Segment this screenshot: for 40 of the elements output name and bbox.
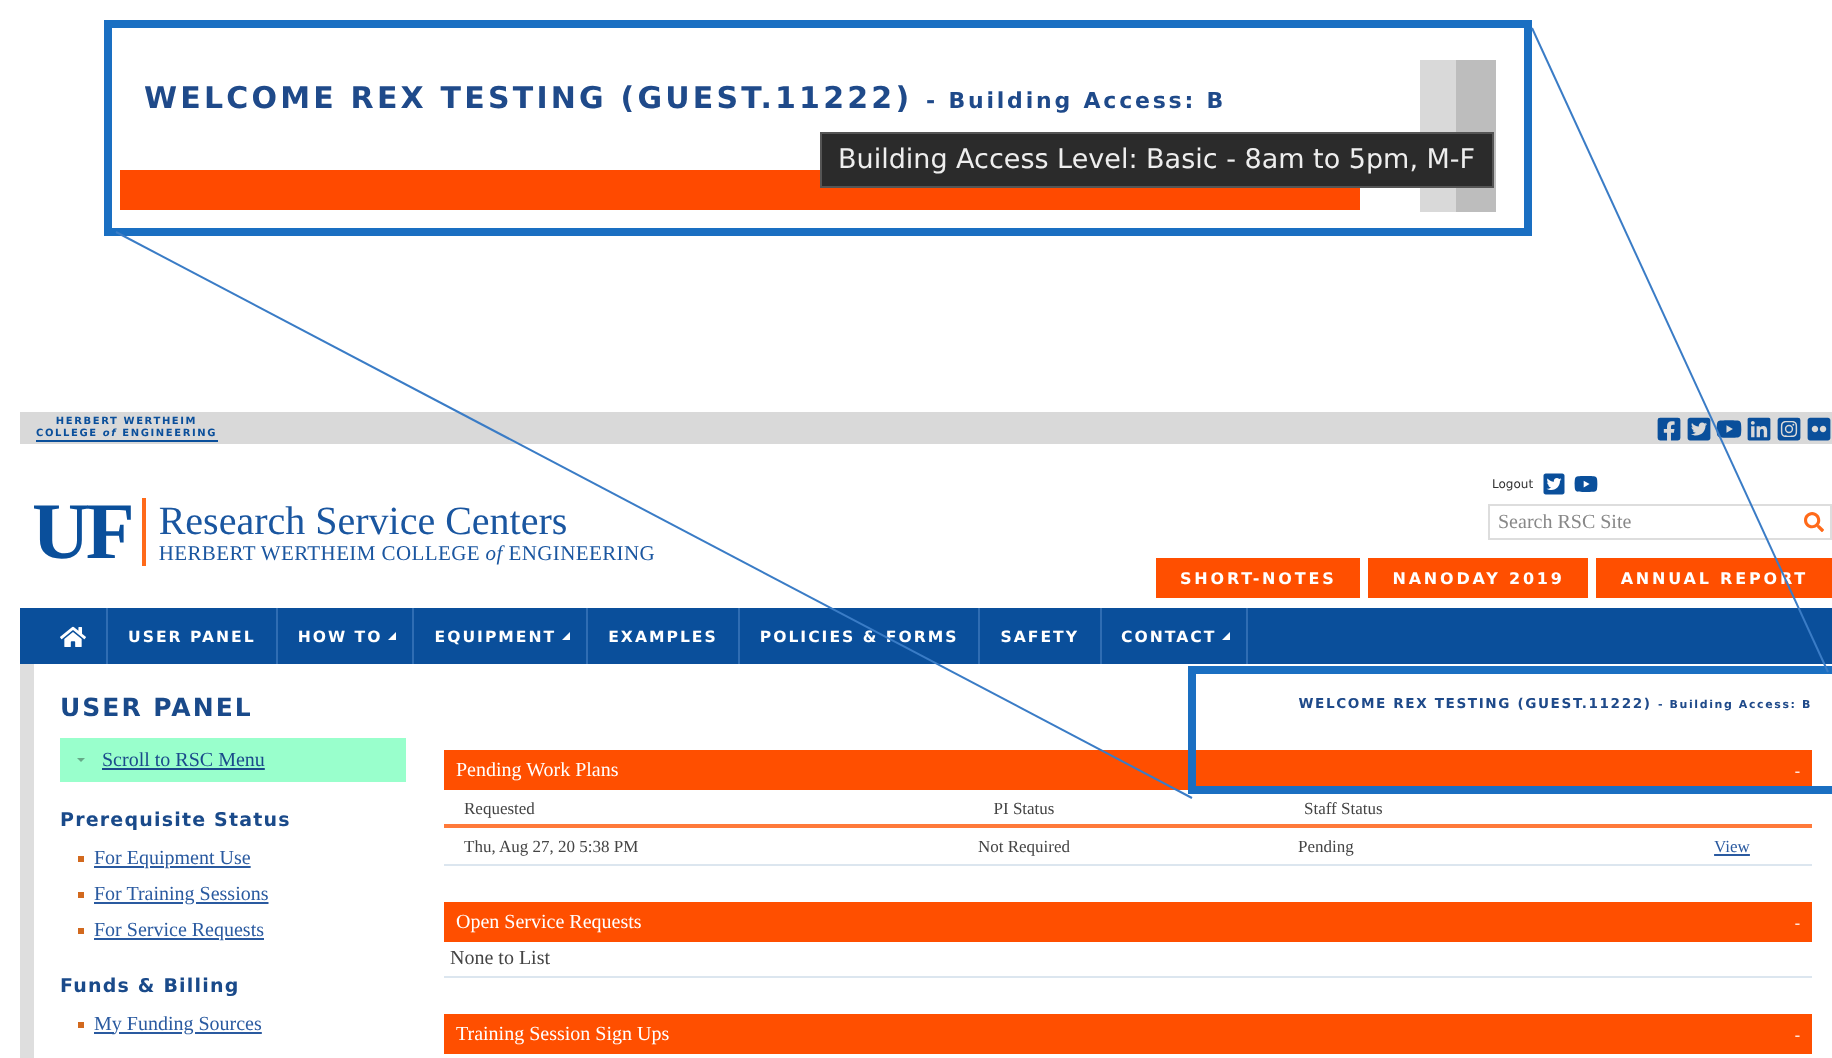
column-header: PI Status (991, 797, 1057, 817)
search-icon[interactable] (1804, 512, 1824, 532)
view-link[interactable]: View (1652, 836, 1812, 856)
logo[interactable]: UF (32, 492, 131, 572)
caret-icon (1222, 632, 1231, 640)
column-header: Requested (462, 797, 537, 817)
flickr-icon[interactable] (1806, 415, 1832, 441)
scroll-link[interactable]: Scroll to RSC Menu (60, 738, 406, 782)
page-title: USER PANEL (60, 692, 255, 726)
youtube-icon[interactable] (1716, 415, 1742, 441)
facebook-icon[interactable] (1656, 415, 1682, 441)
panel-title: Open Service Requests (456, 911, 642, 933)
column-header: Staff Status (1302, 797, 1385, 817)
section-heading: Prerequisite Status (60, 810, 293, 832)
instagram-icon[interactable] (1776, 415, 1802, 441)
tooltip: Building Access Level: Basic - 8am to 5pm, M-F (820, 132, 1494, 188)
sidebar-link[interactable]: For Training Sessions (78, 876, 406, 912)
logo-divider (142, 498, 147, 566)
empty-message: None to List (444, 942, 1812, 978)
linkedin-icon[interactable] (1746, 415, 1772, 441)
site-title: Research Service Centers (158, 499, 570, 543)
welcome-heading: WELCOME REX TESTING (GUEST.11222) - Building Access: B (144, 80, 1229, 116)
sidebar-link[interactable]: For Equipment Use (78, 840, 406, 876)
caret-icon (562, 632, 571, 640)
sidebar-link[interactable]: My Funding Sources (78, 1006, 406, 1042)
site-subtitle: HERBERT WERTHEIM COLLEGE of ENGINEERING (158, 543, 656, 565)
twitter-icon[interactable] (1686, 415, 1712, 441)
home-icon (60, 623, 86, 649)
panel-title: Training Session Sign Ups (456, 1023, 670, 1045)
table-cell-text: Thu, Aug 27, 20 5:38 PM (462, 836, 641, 856)
youtube-icon[interactable] (1573, 472, 1598, 496)
caret-icon (76, 756, 86, 764)
sidebar-link[interactable]: For Service Requests (78, 912, 406, 948)
twitter-icon[interactable] (1541, 472, 1566, 496)
caret-icon (388, 632, 397, 640)
table-cell-text: Not Required (975, 836, 1073, 856)
panel-title: Pending Work Plans (456, 759, 619, 781)
table-cell-text: Pending (1296, 836, 1356, 856)
section-heading: Funds & Billing (60, 976, 242, 998)
search-field[interactable]: Search RSC Site (1488, 504, 1832, 540)
